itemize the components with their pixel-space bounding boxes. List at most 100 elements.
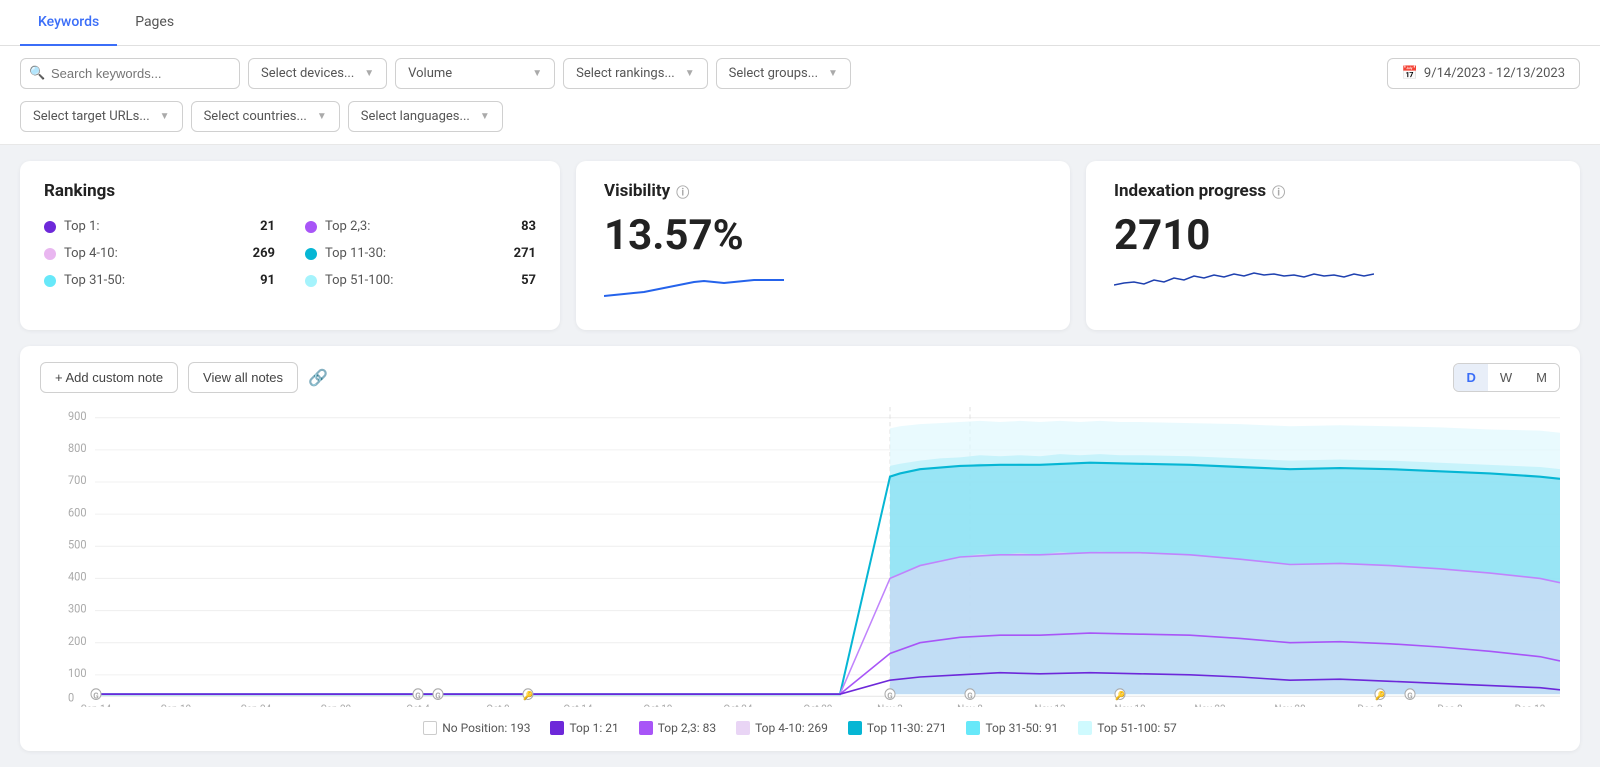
countries-label: Select countries... — [204, 109, 307, 124]
svg-text:Dec 3: Dec 3 — [1357, 702, 1382, 707]
svg-text:🔑: 🔑 — [523, 690, 534, 701]
svg-text:🔑: 🔑 — [1375, 690, 1386, 701]
label-top3150: Top 31-50: — [64, 273, 125, 288]
countries-filter[interactable]: Select countries... ▼ — [191, 101, 340, 132]
svg-text:Nov 18: Nov 18 — [1114, 702, 1145, 707]
pin-icon[interactable]: 🔗 — [308, 368, 328, 387]
svg-text:Oct 14: Oct 14 — [563, 702, 592, 707]
target-urls-caret: ▼ — [160, 111, 170, 122]
ranking-top410: Top 4-10: 269 — [44, 244, 275, 263]
svg-text:900: 900 — [68, 408, 87, 422]
search-wrap: 🔍 — [20, 58, 240, 89]
period-week-button[interactable]: W — [1488, 364, 1524, 391]
dot-top3150 — [44, 275, 56, 287]
visibility-card: Visibility ⓘ 13.57% — [576, 161, 1070, 330]
legend-top1: Top 1: 21 — [550, 721, 618, 735]
svg-text:Dec 13: Dec 13 — [1515, 702, 1546, 707]
chart-wrap: 900 800 700 600 500 400 300 200 100 0 — [40, 407, 1560, 711]
tab-keywords[interactable]: Keywords — [20, 0, 117, 46]
svg-text:600: 600 — [68, 505, 87, 519]
rankings-label: Select rankings... — [576, 66, 675, 81]
languages-caret: ▼ — [480, 111, 490, 122]
rankings-caret: ▼ — [685, 68, 695, 79]
filter-row-2: Select target URLs... ▼ Select countries… — [20, 101, 1580, 132]
svg-text:Nov 28: Nov 28 — [1274, 702, 1305, 707]
svg-text:Oct 24: Oct 24 — [723, 702, 752, 707]
svg-text:Dec 8: Dec 8 — [1437, 702, 1462, 707]
period-buttons: D W M — [1453, 363, 1560, 392]
indexation-info-icon[interactable]: ⓘ — [1272, 182, 1285, 201]
groups-label: Select groups... — [729, 66, 818, 81]
dot-top1 — [44, 221, 56, 233]
devices-caret: ▼ — [364, 68, 374, 79]
svg-text:Nov 8: Nov 8 — [957, 702, 983, 707]
svg-text:Oct 19: Oct 19 — [643, 702, 672, 707]
view-all-notes-button[interactable]: View all notes — [188, 362, 298, 393]
search-icon: 🔍 — [29, 66, 45, 81]
value-top23: 83 — [521, 219, 536, 234]
value-top3150: 91 — [260, 273, 275, 288]
svg-text:Sep 24: Sep 24 — [241, 702, 272, 707]
svg-text:Sep 14: Sep 14 — [81, 702, 112, 707]
ranking-top1: Top 1: 21 — [44, 217, 275, 236]
search-input[interactable] — [20, 58, 240, 89]
label-top1130: Top 11-30: — [325, 246, 386, 261]
rankings-title: Rankings — [44, 181, 536, 201]
label-top51100: Top 51-100: — [325, 273, 393, 288]
app-container: Keywords Pages 🔍 Select devices... ▼ Vol… — [0, 0, 1600, 767]
groups-filter[interactable]: Select groups... ▼ — [716, 58, 851, 89]
svg-text:Nov 23: Nov 23 — [1194, 702, 1225, 707]
dot-top410 — [44, 248, 56, 260]
chart-controls: + Add custom note View all notes 🔗 D W M — [40, 362, 1560, 393]
svg-text:Nov 3: Nov 3 — [877, 702, 903, 707]
svg-text:Sep 29: Sep 29 — [321, 702, 352, 707]
add-custom-note-button[interactable]: + Add custom note — [40, 362, 178, 393]
legend-top3150: Top 31-50: 91 — [966, 721, 1058, 735]
legend-top410: Top 4-10: 269 — [736, 721, 828, 735]
target-urls-label: Select target URLs... — [33, 109, 150, 124]
calendar-icon: 📅 — [1402, 66, 1418, 81]
svg-text:500: 500 — [68, 537, 87, 551]
svg-text:G: G — [93, 691, 99, 701]
rankings-filter[interactable]: Select rankings... ▼ — [563, 58, 707, 89]
devices-label: Select devices... — [261, 66, 354, 81]
legend-top1130: Top 11-30: 271 — [848, 721, 947, 735]
svg-text:Oct 4: Oct 4 — [406, 702, 430, 707]
value-top410: 269 — [253, 246, 275, 261]
visibility-value: 13.57% — [604, 211, 1042, 260]
label-top23: Top 2,3: — [325, 219, 370, 234]
ranking-top3150: Top 31-50: 91 — [44, 271, 275, 290]
groups-caret: ▼ — [828, 68, 838, 79]
dot-top23 — [305, 221, 317, 233]
indexation-sparkline — [1114, 260, 1552, 304]
indexation-title: Indexation progress ⓘ — [1114, 181, 1552, 201]
value-top51100: 57 — [521, 273, 536, 288]
svg-text:400: 400 — [68, 569, 87, 583]
volume-filter[interactable]: Volume ▼ — [395, 58, 555, 89]
chart-section: + Add custom note View all notes 🔗 D W M… — [20, 346, 1580, 751]
target-urls-filter[interactable]: Select target URLs... ▼ — [20, 101, 183, 132]
countries-caret: ▼ — [317, 111, 327, 122]
period-day-button[interactable]: D — [1454, 364, 1487, 391]
svg-text:100: 100 — [68, 666, 87, 680]
legend-top23: Top 2,3: 83 — [639, 721, 716, 735]
visibility-info-icon[interactable]: ⓘ — [676, 182, 689, 201]
svg-text:0: 0 — [68, 690, 74, 704]
indexation-value: 2710 — [1114, 211, 1552, 260]
volume-caret: ▼ — [532, 68, 542, 79]
date-range-label: 9/14/2023 - 12/13/2023 — [1424, 66, 1565, 81]
main-content: Rankings Top 1: 21 Top 2,3: — [0, 145, 1600, 767]
svg-text:Nov 13: Nov 13 — [1034, 702, 1065, 707]
volume-label: Volume — [408, 66, 452, 81]
svg-text:Sep 19: Sep 19 — [161, 702, 192, 707]
filters-section: 🔍 Select devices... ▼ Volume ▼ Select ra… — [0, 46, 1600, 145]
stats-row: Rankings Top 1: 21 Top 2,3: — [20, 161, 1580, 330]
svg-text:Oct 9: Oct 9 — [486, 702, 510, 707]
date-range-filter[interactable]: 📅 9/14/2023 - 12/13/2023 — [1387, 58, 1580, 89]
devices-filter[interactable]: Select devices... ▼ — [248, 58, 387, 89]
ranking-top23: Top 2,3: 83 — [305, 217, 536, 236]
tab-pages[interactable]: Pages — [117, 0, 192, 46]
rankings-grid: Top 1: 21 Top 2,3: 83 — [44, 217, 536, 290]
languages-filter[interactable]: Select languages... ▼ — [348, 101, 503, 132]
period-month-button[interactable]: M — [1524, 364, 1559, 391]
